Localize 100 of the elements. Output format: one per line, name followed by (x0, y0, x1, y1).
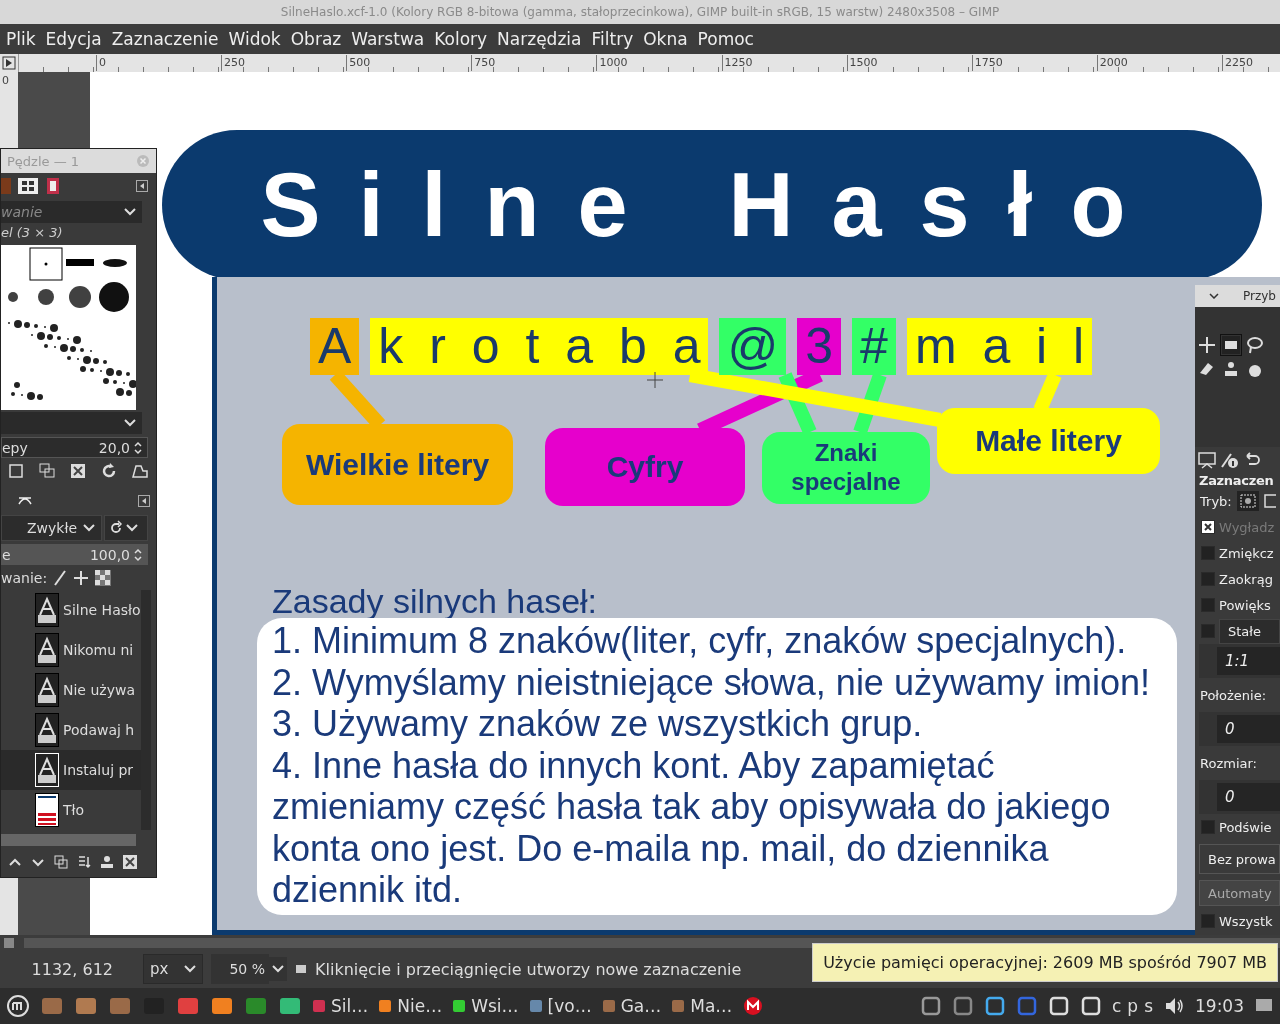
window-frame-icon[interactable] (1048, 995, 1070, 1017)
scrollbar[interactable] (1, 834, 136, 846)
rect-select-icon[interactable] (1221, 335, 1241, 355)
open-folder-icon[interactable] (131, 462, 149, 480)
panel-menu-icon[interactable] (136, 180, 148, 192)
filter-dropdown[interactable]: wanie (1, 201, 142, 223)
password-chars: 3 (797, 318, 842, 375)
clock[interactable]: 19:03 (1195, 996, 1244, 1016)
layer-row[interactable]: Nikomu ni (1, 630, 141, 670)
window-icon (378, 999, 393, 1013)
brush-icon[interactable] (53, 570, 68, 586)
rule-text: 3. Używamy znaków ze wszystkich grup. (272, 703, 924, 745)
layer-row[interactable]: Silne Hasło (1, 590, 141, 630)
brushes-tab-icon[interactable] (17, 176, 39, 196)
password-chars: k r o t a b a (370, 318, 709, 375)
ruler-label: 1250 (721, 55, 753, 71)
dropdown[interactable]: Stałe (1219, 618, 1280, 644)
menu-item[interactable]: Kolory (434, 29, 488, 49)
ruler-label: 0 (2, 74, 9, 87)
composite-dropdown[interactable] (104, 515, 148, 541)
layer-row[interactable]: Tło (1, 790, 141, 830)
layer-row[interactable]: Instaluj pr (1, 750, 141, 790)
new-brush-icon[interactable] (7, 462, 25, 480)
spin-arrows-icon (133, 439, 143, 456)
layer-row[interactable]: Podawaj h (1, 710, 141, 750)
menu-item[interactable]: Edycja (45, 29, 102, 49)
window-title: SilneHaslo.xcf-1.0 (Kolory RGB 8-bitowa (gamma, stałoprzecinkowa), GIMP built-in sRGB, 15 warstw) 2480x3508 – GIMP (280, 5, 1000, 19)
password-chars: # (852, 318, 896, 375)
taskbar-window-button[interactable]: Nie… (378, 996, 443, 1016)
reset-icon (108, 520, 124, 536)
checkbox[interactable] (1201, 546, 1215, 560)
option-label: Podświe (1219, 819, 1272, 835)
info-tab-icon[interactable] (1219, 451, 1239, 469)
menu-item[interactable]: Warstwa (351, 29, 425, 49)
spacing-field[interactable]: epy 20,0 (1, 437, 148, 458)
move-icon[interactable] (1197, 335, 1217, 355)
memory-tooltip: Użycie pamięci operacyjnej: 2609 MB spośród 7907 MB (812, 943, 1278, 982)
mask-icon[interactable] (99, 854, 115, 870)
move-icon[interactable] (73, 570, 90, 586)
category-label: Cyfry (545, 428, 745, 506)
text-layer-icon (35, 713, 59, 747)
menu-item[interactable]: Zaznaczenie (111, 29, 219, 49)
crosshair-icon (645, 370, 665, 390)
window-icon (671, 999, 686, 1013)
duplicate-icon[interactable] (53, 854, 69, 870)
chevron-down-icon[interactable] (269, 957, 287, 981)
lasso-icon[interactable] (1245, 335, 1265, 355)
input-field[interactable]: 0 (1217, 783, 1280, 811)
tool-options-tab-icon[interactable] (1197, 451, 1217, 469)
ruler-toggle-icon[interactable] (2, 56, 16, 70)
menu-item[interactable]: Pomoc (697, 29, 754, 49)
menu-item[interactable]: Obraz (290, 29, 342, 49)
dropdown[interactable]: Bez prowa (1199, 844, 1280, 874)
menu-item[interactable]: Okna (643, 29, 688, 49)
mode-dropdown[interactable]: Zwykłe (1, 515, 102, 541)
unit-dropdown[interactable]: px (143, 954, 203, 984)
option-label: Zaokrąg (1219, 571, 1273, 587)
checkbox[interactable] (1201, 598, 1215, 612)
rule-text: 2. Wymyślamy nieistniejące słowa, nie używamy imion! (272, 661, 1151, 703)
opacity-field[interactable]: e 100,0 (1, 544, 148, 565)
layer-row[interactable]: Nie używa (1, 670, 141, 710)
delete-icon[interactable] (122, 854, 138, 870)
panel-title: Przyb (1243, 289, 1276, 303)
input-field[interactable]: 0 (1217, 715, 1280, 743)
menu-icon[interactable] (6, 994, 30, 1018)
brush-presets-drawing[interactable] (1, 245, 136, 410)
duplicate-icon[interactable] (38, 462, 56, 480)
field-label: Rozmiar: (1199, 754, 1258, 773)
taskbar-window-button[interactable]: [vo… (528, 996, 592, 1016)
zoom-field[interactable]: 50 % (211, 954, 269, 984)
ruler-label: 2250 (1221, 55, 1253, 71)
delete-icon[interactable] (69, 462, 87, 480)
indicator-label: p (1127, 996, 1139, 1016)
checkbox[interactable] (1201, 624, 1215, 638)
input-field[interactable]: 1:1 (1217, 647, 1280, 675)
menu-item[interactable]: Filtry (591, 29, 634, 49)
ruler-label: 500 (346, 55, 371, 71)
navigate-icon[interactable] (4, 937, 14, 948)
replace-mode-icon[interactable] (1235, 490, 1260, 512)
taskbar-window-button[interactable]: Ma… (671, 996, 733, 1016)
chevron-down-icon[interactable] (1209, 293, 1219, 299)
taskbar-window-button[interactable]: Wsi… (452, 996, 519, 1016)
menu-item[interactable]: Plik (6, 29, 36, 49)
checkerboard-icon[interactable] (95, 570, 112, 586)
merge-icon[interactable] (76, 854, 92, 870)
password-chars: @ (719, 318, 787, 375)
menu-item[interactable]: Widok (228, 29, 281, 49)
checkbox[interactable] (1201, 914, 1215, 928)
refresh-icon[interactable] (100, 462, 118, 480)
taskbar-window-button[interactable]: Sil… (312, 996, 369, 1016)
menu-item[interactable]: Narzędzia (497, 29, 582, 49)
checkbox[interactable] (1201, 572, 1215, 586)
checkbox[interactable] (1201, 820, 1215, 834)
pointer-coordinates: 1132, 612 (30, 959, 114, 979)
auto-button[interactable]: Automaty (1199, 880, 1280, 906)
panel-menu-icon[interactable] (138, 495, 150, 507)
taskbar-window-button[interactable]: Ga… (601, 996, 662, 1016)
gradient-tab-icon[interactable] (45, 176, 61, 196)
rule-text: 4. Inne hasła do innych kont. Aby zapamiętać zmieniamy część hasła tak aby opisywała do jakiego konta ono jest. Do e-maila np. mail, do dziennika dziennik itd. (272, 744, 1112, 911)
mega-icon[interactable] (742, 995, 765, 1017)
